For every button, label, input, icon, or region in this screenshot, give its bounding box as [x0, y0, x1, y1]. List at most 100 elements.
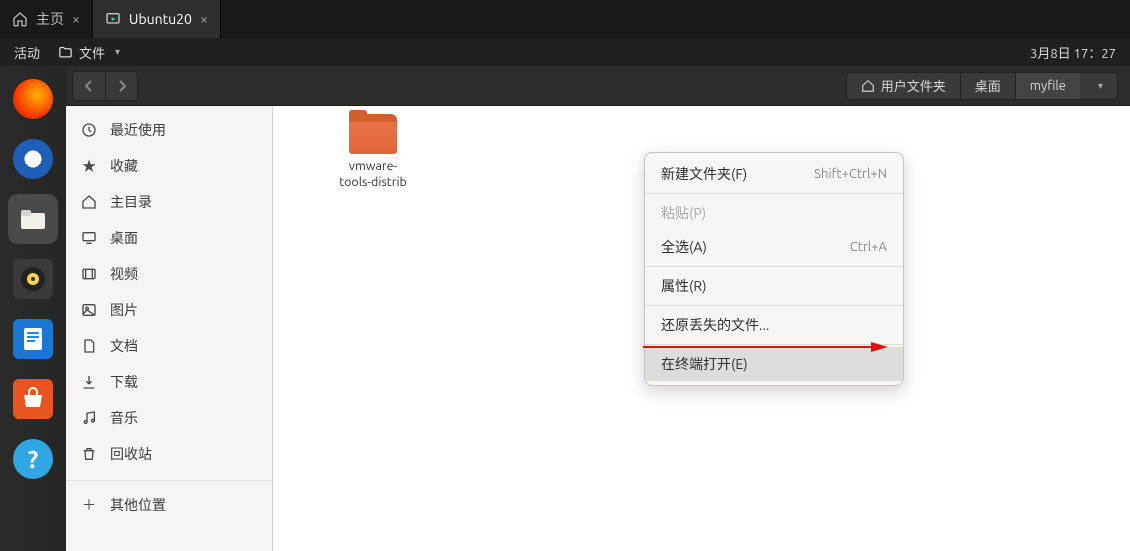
menu-label: 还原丢失的文件...: [661, 315, 769, 335]
menu-label: 在终端打开(E): [661, 354, 748, 374]
sidebar-item-home[interactable]: 主目录: [66, 184, 272, 220]
app-menu-label: 文件: [79, 43, 105, 62]
menu-separator: [645, 305, 903, 306]
host-tab-home[interactable]: 主页 ×: [0, 0, 93, 38]
host-tab-vm[interactable]: Ubuntu20 ×: [93, 0, 221, 38]
close-icon[interactable]: ×: [200, 11, 208, 27]
sidebar-item-label: 视频: [110, 264, 138, 284]
back-button[interactable]: [73, 72, 105, 100]
sidebar-item-starred[interactable]: ★ 收藏: [66, 148, 272, 184]
sidebar-item-documents[interactable]: 文档: [66, 328, 272, 364]
folder-item[interactable]: vmware-tools-distrib: [333, 114, 413, 191]
menu-label: 属性(R): [661, 276, 707, 296]
app-menu-files[interactable]: 文件 ▾: [58, 43, 120, 62]
menu-label: 新建文件夹(F): [661, 164, 747, 184]
menu-paste: 粘贴(P): [645, 196, 903, 230]
nav-buttons: [72, 71, 138, 101]
chevron-right-icon: [116, 80, 128, 92]
menu-new-folder[interactable]: 新建文件夹(F) Shift+Ctrl+N: [645, 157, 903, 191]
home-icon: [80, 194, 98, 210]
menu-separator: [645, 344, 903, 345]
sidebar-item-label: 音乐: [110, 408, 138, 428]
dock-firefox[interactable]: [8, 74, 58, 124]
sidebar-item-label: 图片: [110, 300, 138, 320]
dock-writer[interactable]: [8, 314, 58, 364]
vm-icon: [105, 11, 121, 27]
home-icon: [12, 11, 28, 27]
sidebar-item-music[interactable]: 音乐: [66, 400, 272, 436]
toolbar: 用户文件夹 桌面 myfile ▾: [66, 66, 1130, 106]
activities-button[interactable]: 活动: [14, 43, 40, 62]
dock-files[interactable]: [8, 194, 58, 244]
host-tab-home-label: 主页: [36, 9, 64, 29]
sidebar-item-pictures[interactable]: 图片: [66, 292, 272, 328]
chevron-down-icon: ▾: [115, 46, 120, 58]
forward-button[interactable]: [105, 72, 137, 100]
menu-open-terminal[interactable]: 在终端打开(E): [645, 347, 903, 381]
star-icon: ★: [80, 156, 98, 176]
dock-software[interactable]: [8, 374, 58, 424]
sidebar-item-desktop[interactable]: 桌面: [66, 220, 272, 256]
sidebar-item-downloads[interactable]: 下载: [66, 364, 272, 400]
path-current-label: myfile: [1030, 79, 1066, 93]
firefox-icon: [13, 79, 53, 119]
menu-properties[interactable]: 属性(R): [645, 269, 903, 303]
workspace: ? 用户文件夹 桌面 my: [0, 66, 1130, 551]
sidebar-item-trash[interactable]: 回收站: [66, 436, 272, 472]
desktop-icon: [80, 230, 98, 246]
menu-select-all[interactable]: 全选(A) Ctrl+A: [645, 230, 903, 264]
path-home[interactable]: 用户文件夹: [846, 72, 961, 100]
menu-separator: [645, 266, 903, 267]
clock-icon: [80, 122, 98, 138]
sidebar-item-videos[interactable]: 视频: [66, 256, 272, 292]
menu-label: 全选(A): [661, 237, 707, 257]
sidebar-item-label: 最近使用: [110, 120, 166, 140]
context-menu: 新建文件夹(F) Shift+Ctrl+N 粘贴(P) 全选(A) Ctrl+A…: [644, 152, 904, 386]
close-icon[interactable]: ×: [72, 11, 80, 27]
menu-separator: [645, 193, 903, 194]
writer-icon: [13, 319, 53, 359]
software-store-icon: [13, 379, 53, 419]
path-home-label: 用户文件夹: [881, 76, 946, 95]
sidebar-item-label: 主目录: [110, 192, 152, 212]
menu-restore-missing[interactable]: 还原丢失的文件...: [645, 308, 903, 342]
chevron-down-icon: ▾: [1098, 80, 1103, 92]
sidebar-item-label: 下载: [110, 372, 138, 392]
dock-thunderbird[interactable]: [8, 134, 58, 184]
folder-label: vmware-tools-distrib: [333, 158, 413, 191]
video-icon: [80, 266, 98, 282]
sidebar-item-label: 收藏: [110, 156, 138, 176]
file-manager: 用户文件夹 桌面 myfile ▾ 最近使用 ★ 收藏 主目录 桌面 视频: [66, 66, 1130, 551]
chevron-left-icon: [83, 80, 95, 92]
speaker-icon: [13, 259, 53, 299]
path-current[interactable]: myfile: [1016, 72, 1080, 100]
thunderbird-icon: [13, 139, 53, 179]
host-tab-bar: 主页 × Ubuntu20 ×: [0, 0, 1130, 38]
sidebar-item-label: 文档: [110, 336, 138, 356]
dock-rhythmbox[interactable]: [8, 254, 58, 304]
path-bar: 用户文件夹 桌面 myfile ▾: [846, 72, 1118, 100]
sidebar-item-other-locations[interactable]: ＋ 其他位置: [66, 480, 272, 523]
plus-icon: ＋: [80, 495, 98, 515]
sidebar: 最近使用 ★ 收藏 主目录 桌面 视频 图片 文档 下载 音乐 回收站 ＋ 其他位置: [66, 106, 273, 551]
home-icon: [861, 79, 875, 93]
sidebar-item-recent[interactable]: 最近使用: [66, 112, 272, 148]
host-tab-vm-label: Ubuntu20: [129, 11, 192, 27]
menu-shortcut: Shift+Ctrl+N: [814, 167, 887, 181]
folder-icon: [58, 45, 73, 60]
download-icon: [80, 374, 98, 390]
path-desktop[interactable]: 桌面: [961, 72, 1016, 100]
sidebar-item-label: 回收站: [110, 444, 152, 464]
dock: ?: [0, 66, 66, 551]
menu-label: 粘贴(P): [661, 203, 706, 223]
content-area[interactable]: vmware-tools-distrib 新建文件夹(F) Shift+Ctrl…: [273, 106, 1130, 551]
path-dropdown[interactable]: ▾: [1080, 72, 1118, 100]
path-desktop-label: 桌面: [975, 76, 1001, 95]
music-icon: [80, 410, 98, 426]
clock[interactable]: 3月8日 17：27: [1030, 43, 1116, 62]
body: 最近使用 ★ 收藏 主目录 桌面 视频 图片 文档 下载 音乐 回收站 ＋ 其他位置…: [66, 106, 1130, 551]
document-icon: [80, 338, 98, 354]
dock-help[interactable]: ?: [8, 434, 58, 484]
sidebar-item-label: 其他位置: [110, 495, 166, 515]
menu-shortcut: Ctrl+A: [850, 240, 887, 254]
